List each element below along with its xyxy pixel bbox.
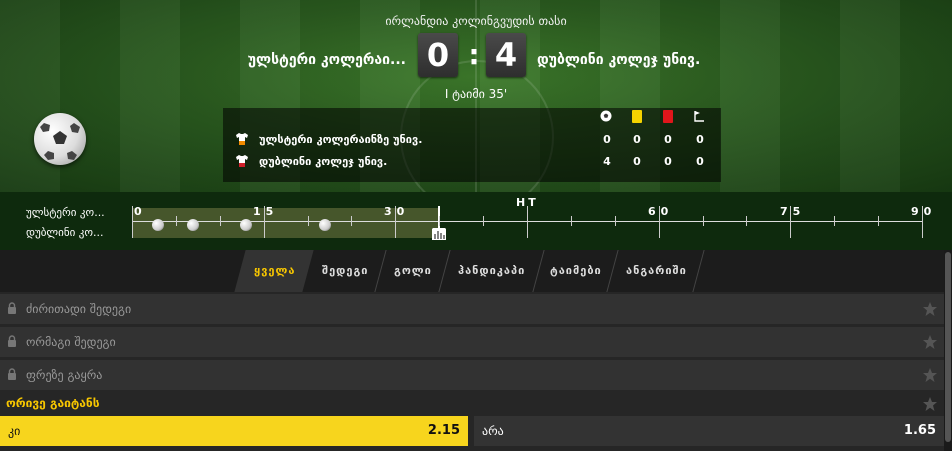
timeline-tick <box>219 216 221 226</box>
score-separator: : <box>468 38 480 71</box>
match-timeline: ულსტერი კო... დუბლინი კო... HT 0 15 30 6… <box>0 192 952 250</box>
timeline-tick <box>878 216 880 226</box>
timeline-home-label: ულსტერი კო... <box>26 206 105 219</box>
market-tabs: ყველა შედეგი გოლი ჰანდიკაპი ტაიმები ანგა… <box>0 250 952 292</box>
soccer-ball-icon <box>34 113 86 165</box>
tab-label: ანგარიში <box>626 264 687 277</box>
home-yellow-cards: 0 <box>633 133 641 146</box>
timeline-goal-icon <box>319 219 332 231</box>
timeline-tick-label: 0 <box>134 205 147 218</box>
timeline-tick <box>307 216 309 226</box>
market-both-teams-score[interactable]: ორივე გაიტანს <box>0 392 944 416</box>
odd-name: არა <box>482 424 504 438</box>
tab-label: შედეგი <box>322 264 369 277</box>
timeline-tick <box>132 206 133 238</box>
stats-row-home: ულსტერი კოლერაინზე უნივ. 0 0 0 0 <box>223 130 721 150</box>
home-shirt-icon <box>236 133 248 145</box>
timeline-tick <box>922 206 923 238</box>
stats-home-team: ულსტერი კოლერაინზე უნივ. <box>259 133 423 146</box>
away-corners: 0 <box>696 155 704 168</box>
timeline-tick-label: 15 <box>253 205 279 218</box>
away-team-name: დუბლინი კოლეჯ უნივ. <box>537 52 701 68</box>
odd-value: 1.65 <box>903 423 936 438</box>
market-name: ფრეზე გაყრა <box>26 368 103 382</box>
home-score: 0 <box>418 33 458 77</box>
match-time: I ტაიმი 35' <box>444 87 508 101</box>
favorite-star-icon[interactable] <box>922 396 938 412</box>
match-header: ირლანდია კოლინგვუდის თასი ულსტერი კოლერა… <box>0 0 952 192</box>
odd-button-yes[interactable]: კი 2.15 <box>0 416 468 446</box>
timeline-tick <box>439 216 441 226</box>
timeline-tick-label: 60 <box>648 205 674 218</box>
timeline-tick <box>702 216 704 226</box>
lock-icon <box>8 302 16 314</box>
market-row-locked[interactable]: ფრეზე გაყრა <box>0 360 944 390</box>
timeline-tick <box>527 206 528 238</box>
home-goals: 0 <box>603 133 611 146</box>
stats-panel: ულსტერი კოლერაინზე უნივ. 0 0 0 0 დუბლინი… <box>223 108 721 182</box>
league-title: ირლანდია კოლინგვუდის თასი <box>385 14 567 28</box>
timeline-tick <box>175 216 177 226</box>
tab-result[interactable]: შედეგი <box>302 250 387 292</box>
yellow-card-icon <box>632 110 642 123</box>
timeline-tick-label: 75 <box>780 205 806 218</box>
lock-icon <box>8 368 16 380</box>
timeline-tick <box>483 216 485 226</box>
timeline-tick <box>658 206 660 238</box>
tab-label: ყველა <box>254 264 296 277</box>
timeline-goal-icon <box>240 219 253 231</box>
away-red-cards: 0 <box>664 155 672 168</box>
timeline-tick-label: 90 <box>911 205 937 218</box>
home-red-cards: 0 <box>664 133 672 146</box>
timeline-tick <box>614 216 616 226</box>
tab-label: გოლი <box>394 264 432 277</box>
away-shirt-icon <box>236 155 248 167</box>
favorite-star-icon[interactable] <box>922 367 938 383</box>
tab-handicap[interactable]: ჰანდიკაპი <box>438 250 545 292</box>
scrollbar-thumb[interactable] <box>945 252 951 442</box>
away-goals: 4 <box>603 155 611 168</box>
tab-score[interactable]: ანგარიში <box>606 250 705 292</box>
corner-flag-icon <box>694 111 704 122</box>
odd-value: 2.15 <box>427 423 460 438</box>
home-corners: 0 <box>696 133 704 146</box>
timeline-marker-pitch-icon <box>432 228 447 240</box>
timeline-tick <box>351 216 353 226</box>
timeline-away-label: დუბლინი კო... <box>26 226 104 239</box>
market-row-locked[interactable]: ძირითადი შედეგი <box>0 294 944 324</box>
lock-icon <box>8 335 16 347</box>
home-team-name: ულსტერი კოლერაი... <box>247 52 406 68</box>
red-card-icon <box>663 110 673 123</box>
timeline-tick <box>263 206 265 238</box>
tab-halves[interactable]: ტაიმები <box>530 250 619 292</box>
market-name: ორივე გაიტანს <box>6 396 100 410</box>
market-name: ორმაგი შედეგი <box>26 335 116 349</box>
odd-button-no[interactable]: არა 1.65 <box>474 416 944 446</box>
tab-label: ჰანდიკაპი <box>458 264 526 277</box>
timeline-tick <box>570 216 572 226</box>
away-yellow-cards: 0 <box>633 155 641 168</box>
timeline-tick <box>834 216 836 226</box>
favorite-star-icon[interactable] <box>922 334 938 350</box>
timeline-tick <box>395 206 397 238</box>
timeline-tick <box>790 206 792 238</box>
timeline-tick-label: 30 <box>384 205 410 218</box>
stats-away-team: დუბლინი კოლეჯ უნივ. <box>259 155 388 168</box>
timeline-tick <box>746 216 748 226</box>
odd-name: კი <box>8 424 21 438</box>
tab-label: ტაიმები <box>550 264 602 277</box>
market-row-locked[interactable]: ორმაგი შედეგი <box>0 327 944 357</box>
goal-ball-icon <box>600 110 612 122</box>
tab-all[interactable]: ყველა <box>234 250 314 292</box>
favorite-star-icon[interactable] <box>922 301 938 317</box>
market-name: ძირითადი შედეგი <box>26 302 132 316</box>
stats-row-away: დუბლინი კოლეჯ უნივ. 4 0 0 0 <box>223 152 721 172</box>
away-score: 4 <box>486 33 526 77</box>
